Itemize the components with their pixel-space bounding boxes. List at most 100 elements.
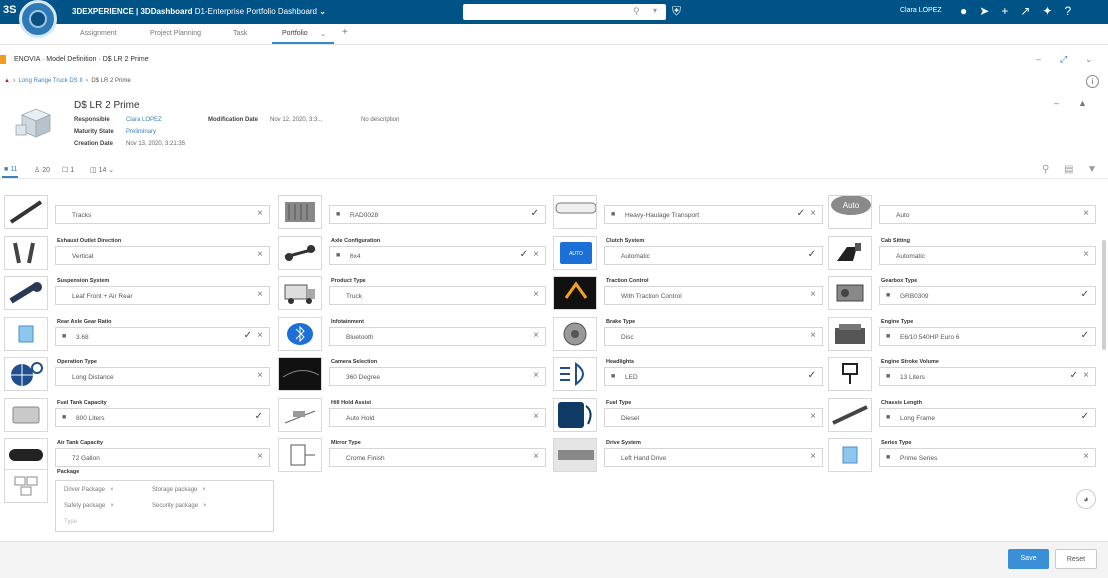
clear-icon[interactable]: × [533, 289, 539, 300]
chevron-down-icon[interactable]: ⌄ [319, 7, 326, 16]
field-input[interactable]: ■ 6x4 × ✓ [329, 245, 546, 265]
remove-chip-icon[interactable]: × [110, 503, 114, 509]
check-icon[interactable]: ✓ [1081, 330, 1089, 341]
field-input[interactable]: 360 Degree × [329, 367, 546, 386]
tab-members[interactable]: ♙ 20 [34, 166, 50, 174]
clear-icon[interactable]: × [1083, 451, 1089, 462]
responsible-value[interactable]: Clara LOPEZ [126, 117, 162, 123]
compass-icon[interactable] [19, 0, 57, 38]
clear-icon[interactable]: × [533, 451, 539, 462]
check-icon[interactable]: ✓ [531, 208, 539, 219]
chip-storage-package[interactable]: Storage package × [152, 487, 206, 499]
field-input[interactable]: Long Distance × [55, 367, 270, 386]
save-button[interactable]: Save [1008, 549, 1049, 569]
add-icon[interactable]: + [1001, 4, 1008, 18]
field-input[interactable]: Automatic × [879, 245, 1096, 265]
table-view-icon[interactable]: ▤ [1064, 164, 1073, 175]
clear-icon[interactable]: × [533, 411, 539, 422]
clear-icon[interactable]: × [810, 208, 816, 219]
clear-icon[interactable]: × [810, 411, 816, 422]
field-input[interactable]: Truck × [329, 286, 546, 305]
field-input[interactable]: Disc × [604, 326, 823, 346]
field-input[interactable]: ■ 800 Liters ✓ [55, 407, 270, 427]
search-icon[interactable]: ⚲ [633, 6, 640, 17]
clear-icon[interactable]: × [1083, 249, 1089, 260]
add-tab-icon[interactable]: + [342, 27, 348, 38]
info-icon[interactable]: i [1086, 75, 1099, 88]
clear-icon[interactable]: × [257, 289, 263, 300]
remove-chip-icon[interactable]: × [202, 487, 206, 493]
chip-safety-package[interactable]: Safety package × [64, 503, 114, 515]
field-input[interactable]: Auto Hold × [329, 407, 546, 427]
collapse-header-icon[interactable]: – [1054, 98, 1059, 108]
clear-icon[interactable]: × [1083, 370, 1089, 381]
field-input[interactable]: ■ GRB0309 ✓ [879, 286, 1096, 305]
help-icon[interactable]: ? [1064, 4, 1071, 18]
field-input[interactable]: Automatic ✓ [604, 245, 823, 265]
tab-configuration[interactable]: ■ 11 [4, 166, 17, 173]
field-input[interactable]: Leaf Front + Air Rear × [55, 286, 270, 305]
ds-logo[interactable]: 3S [3, 4, 16, 16]
check-icon[interactable]: ✓ [1081, 411, 1089, 422]
field-input[interactable]: Vertical × [55, 245, 270, 265]
clear-icon[interactable]: × [257, 330, 263, 341]
search-icon[interactable]: ⚲ [1042, 164, 1049, 175]
hierarchy-icon[interactable]: ▲ [1078, 98, 1087, 108]
remove-chip-icon[interactable]: × [203, 503, 207, 509]
check-icon[interactable]: ✓ [797, 208, 805, 219]
check-icon[interactable]: ✓ [1070, 370, 1078, 381]
field-input[interactable]: Bluetooth × [329, 326, 546, 346]
expand-icon[interactable]: ⤢ [1060, 54, 1067, 65]
scrollbar[interactable] [1102, 240, 1106, 350]
field-input[interactable]: Crome Finish × [329, 448, 546, 467]
field-input[interactable]: With Traction Control × [604, 286, 823, 305]
maturity-value[interactable]: Preliminary [126, 129, 156, 135]
check-icon[interactable]: ✓ [808, 249, 816, 260]
package-input[interactable]: Type [64, 519, 77, 531]
field-input[interactable]: 72 Gallon × [55, 448, 270, 467]
avatar[interactable]: ● [960, 4, 967, 18]
breadcrumb-root[interactable]: Long Range Truck DS II [19, 78, 83, 84]
clear-icon[interactable]: × [257, 249, 263, 260]
tools-icon[interactable]: ✦ [1042, 4, 1052, 18]
tab-project-planning[interactable]: Project Planning [150, 30, 201, 37]
app-title[interactable]: 3DEXPERIENCE | 3DDashboard D1-Enterprise… [72, 7, 326, 16]
share-link-icon[interactable]: ↗ [1020, 4, 1030, 18]
search-dropdown-icon[interactable]: ▾ [653, 6, 657, 15]
tab-task[interactable]: Task [233, 30, 247, 37]
remove-chip-icon[interactable]: × [110, 487, 114, 493]
clear-icon[interactable]: × [257, 208, 263, 219]
share-icon[interactable]: ➤ [979, 4, 989, 18]
home-icon[interactable]: ▲ [4, 78, 10, 84]
field-input[interactable]: ■ RAD0028 ✓ [329, 205, 546, 224]
field-input[interactable]: Diesel × [604, 407, 823, 427]
reset-button[interactable]: Reset [1055, 549, 1097, 569]
clear-icon[interactable]: × [257, 370, 263, 381]
tab-menu-icon[interactable]: ⌄ [320, 30, 326, 38]
field-input[interactable]: Left Hand Drive × [604, 448, 823, 467]
field-input[interactable]: ■ Long Frame ✓ [879, 407, 1096, 427]
check-icon[interactable]: ✓ [520, 249, 528, 260]
clear-icon[interactable]: × [810, 451, 816, 462]
field-input[interactable]: ■ Heavy-Haulage Transport × ✓ [604, 205, 823, 224]
tab-options[interactable]: ☐ 1 [62, 166, 74, 174]
field-input[interactable]: Tracks × [55, 205, 270, 224]
package-chips[interactable]: Driver Package × Storage package × Safety … [55, 480, 274, 532]
chip-driver-package[interactable]: Driver Package × [64, 487, 114, 499]
field-input[interactable]: ■ 3.68 × ✓ [55, 326, 270, 346]
check-icon[interactable]: ✓ [808, 370, 816, 381]
search-input[interactable]: ⚲ ▾ [463, 4, 666, 20]
chip-security-package[interactable]: Security package × [152, 503, 207, 515]
check-icon[interactable]: ✓ [1081, 289, 1089, 300]
field-input[interactable]: Auto × [879, 205, 1096, 224]
clear-icon[interactable]: × [810, 330, 816, 341]
clear-icon[interactable]: × [533, 330, 539, 341]
tag-icon[interactable]: ⛨ [672, 4, 681, 19]
check-icon[interactable]: ✓ [255, 411, 263, 422]
clear-icon[interactable]: × [1083, 208, 1089, 219]
tab-assignment[interactable]: Assignment [80, 30, 117, 37]
clear-icon[interactable]: × [810, 289, 816, 300]
field-input[interactable]: ■ Prime Series × [879, 448, 1096, 467]
field-input[interactable]: ■ 13 Liters × ✓ [879, 367, 1096, 386]
tab-portfolio[interactable]: Portfolio [282, 30, 308, 37]
